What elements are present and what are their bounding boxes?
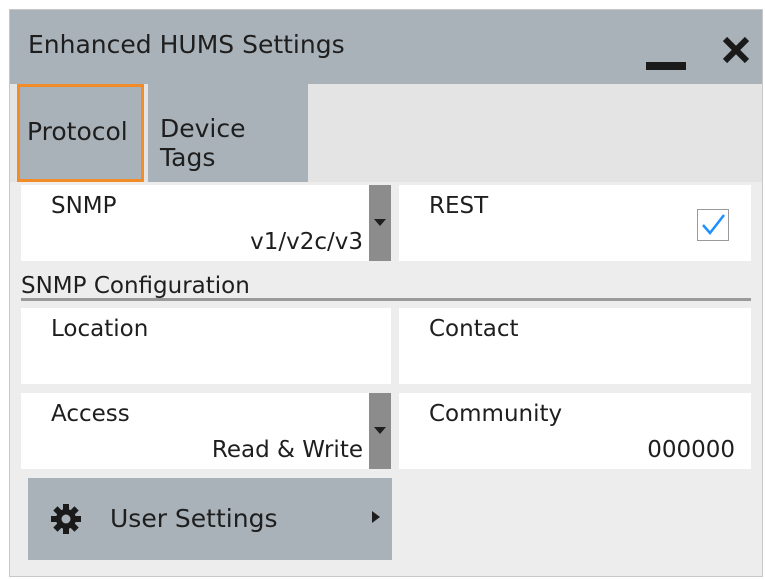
contact-label: Contact	[429, 316, 519, 342]
snmp-dropdown-icon	[369, 185, 391, 261]
minimize-button[interactable]	[642, 36, 690, 76]
gear-icon	[51, 504, 81, 534]
access-dropdown-icon	[369, 393, 391, 469]
community-value: 000000	[647, 437, 735, 463]
checkmark-icon	[702, 214, 725, 235]
rest-field: REST	[399, 185, 751, 261]
tab-protocol-label: Protocol	[27, 117, 128, 146]
chevron-right-icon	[372, 511, 380, 523]
community-field[interactable]: Community 000000	[399, 393, 751, 469]
snmp-select[interactable]: SNMP v1/v2c/v3	[21, 185, 391, 261]
title-bar: Enhanced HUMS Settings	[10, 10, 762, 84]
user-settings-button[interactable]: User Settings	[28, 478, 392, 560]
section-title-snmp-config: SNMP Configuration	[21, 273, 250, 299]
access-select[interactable]: Access Read & Write	[21, 393, 391, 469]
tab-device-tags[interactable]: Device Tags	[148, 84, 308, 182]
access-value: Read & Write	[211, 437, 363, 463]
tab-device-tags-label: Device Tags	[160, 114, 246, 172]
rest-label: REST	[429, 193, 489, 219]
minimize-icon	[646, 62, 686, 70]
rest-checkbox[interactable]	[697, 209, 729, 241]
section-divider	[21, 298, 751, 301]
window-title: Enhanced HUMS Settings	[28, 30, 345, 59]
close-icon	[722, 36, 750, 64]
location-field[interactable]: Location	[21, 308, 391, 384]
settings-window: Enhanced HUMS Settings Protocol Device T…	[9, 9, 763, 577]
community-label: Community	[429, 401, 563, 427]
location-label: Location	[51, 316, 149, 342]
close-button[interactable]	[716, 30, 756, 70]
snmp-label: SNMP	[51, 193, 117, 219]
tab-strip: Protocol Device Tags	[10, 84, 762, 182]
snmp-value: v1/v2c/v3	[250, 229, 363, 255]
access-label: Access	[51, 401, 130, 427]
tab-protocol[interactable]: Protocol	[17, 84, 144, 182]
user-settings-label: User Settings	[110, 504, 278, 533]
contact-field[interactable]: Contact	[399, 308, 751, 384]
